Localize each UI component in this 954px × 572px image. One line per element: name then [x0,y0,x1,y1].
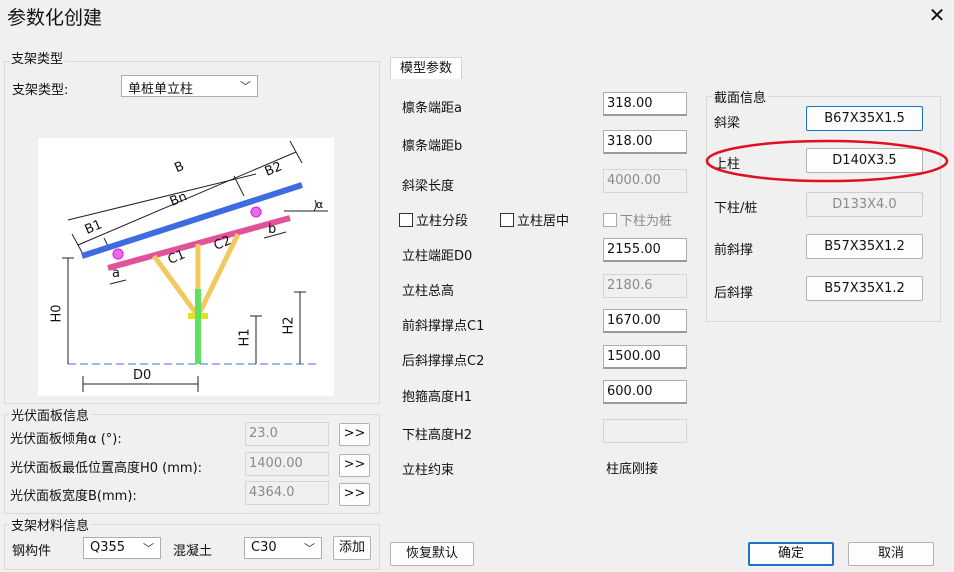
tab-model-params[interactable]: 模型参数 [390,57,462,80]
dim-D0: D0 [133,368,152,383]
highlight-ellipse [705,139,949,183]
rear-brace-section-button[interactable]: B57X35X1.2 [806,276,923,301]
lower-column-section-label: 下柱/桩 [714,201,758,216]
bracket-diagram: B Bn B1 B2 C1 C2 a b α H0 H1 H2 D0 [38,138,334,396]
pv-width-label: 光伏面板宽度B(mm): [10,489,137,504]
dim-alpha: α [316,198,324,211]
steel-label: 钢构件 [12,544,52,559]
dim-H1: H1 [237,328,253,347]
rear-brace-section-label: 后斜撑 [714,286,754,301]
pv-min-height-field[interactable]: 1400.00 [245,452,329,476]
clamp-h1-field[interactable]: 600.00 [603,380,687,404]
add-material-button[interactable]: 添加 [333,536,371,560]
restore-default-button[interactable]: 恢复默认 [390,542,474,566]
column-total-height-label: 立柱总高 [402,284,455,299]
front-brace-c1-label: 前斜撑撑点C1 [402,319,485,334]
purlin-b-field[interactable]: 318.00 [603,130,687,154]
close-icon[interactable]: ✕ [925,3,949,27]
dim-H2: H2 [281,316,297,335]
pv-tilt-label: 光伏面板倾角α (°): [10,432,122,447]
concrete-value: C30 [251,540,277,555]
lower-column-h2-field[interactable] [603,419,687,443]
pv-min-height-label: 光伏面板最低位置高度H0 (mm): [10,461,203,476]
rear-brace-c2-field[interactable]: 1500.00 [603,345,687,369]
lower-column-h2-label: 下柱高度H2 [402,428,473,443]
dim-a: a [112,266,120,281]
pv-width-field[interactable]: 4364.0 [245,481,329,505]
pv-panel-group-title: 光伏面板信息 [9,405,92,424]
clamp-h1-label: 抱箍高度H1 [402,390,473,405]
cancel-button[interactable]: 取消 [848,542,934,566]
pv-width-expand-button[interactable]: >> [339,483,370,506]
pv-tilt-field[interactable]: 23.0 [245,422,329,446]
column-constraint-value: 柱底刚接 [606,462,659,477]
pv-tilt-expand-button[interactable]: >> [339,423,370,446]
lower-column-pile-checkbox[interactable]: 下柱为桩 [603,210,672,229]
bracket-type-group-title: 支架类型 [9,48,66,67]
lower-column-pile-label: 下柱为桩 [620,214,673,229]
checkbox-box[interactable] [399,213,413,227]
front-brace-section-button[interactable]: B57X35X1.2 [806,234,923,259]
concrete-select[interactable]: C30 ﹀ [244,537,322,559]
front-brace-section-label: 前斜撑 [714,243,754,258]
dim-b: b [268,222,277,237]
pv-min-height-expand-button[interactable]: >> [339,454,370,477]
section-info-group-title: 截面信息 [712,87,769,106]
ok-button[interactable]: 确定 [748,542,834,566]
bracket-type-label: 支架类型: [12,83,69,98]
chevron-down-icon: ﹀ [240,80,251,93]
column-center-label: 立柱居中 [517,214,570,229]
bracket-type-value: 单桩单立柱 [128,82,194,97]
dim-H0: H0 [49,304,65,323]
purlin-b-label: 檩条端距b [402,139,463,154]
rear-brace-c2-label: 后斜撑撑点C2 [402,354,485,369]
bracket-type-select[interactable]: 单桩单立柱 ﹀ [121,75,258,97]
column-segment-label: 立柱分段 [416,214,469,229]
concrete-label: 混凝土 [173,544,213,559]
beam-length-field[interactable]: 4000.00 [603,169,687,193]
beam-section-label: 斜梁 [714,116,741,131]
column-segment-checkbox[interactable]: 立柱分段 [399,210,468,229]
chevron-down-icon: ﹀ [143,542,154,555]
chevron-down-icon: ﹀ [304,542,315,555]
column-total-height-field[interactable]: 2180.6 [603,274,687,298]
material-group-title: 支架材料信息 [9,515,92,534]
column-d0-label: 立柱端距D0 [402,249,473,264]
column-constraint-label: 立柱约束 [402,463,455,478]
purlin-a-label: 檩条端距a [402,101,462,116]
steel-value: Q355 [90,540,126,555]
beam-section-button[interactable]: B67X35X1.5 [806,106,923,131]
checkbox-box[interactable] [603,213,617,227]
purlin-a-field[interactable]: 318.00 [603,92,687,116]
column-center-checkbox[interactable]: 立柱居中 [500,210,569,229]
column-d0-field[interactable]: 2155.00 [603,238,687,262]
steel-select[interactable]: Q355 ﹀ [83,537,161,559]
checkbox-box[interactable] [500,213,514,227]
lower-column-section-button[interactable]: D133X4.0 [806,192,923,217]
beam-length-label: 斜梁长度 [402,179,455,194]
dialog-title: 参数化创建 [7,7,103,29]
front-brace-c1-field[interactable]: 1670.00 [603,309,687,333]
